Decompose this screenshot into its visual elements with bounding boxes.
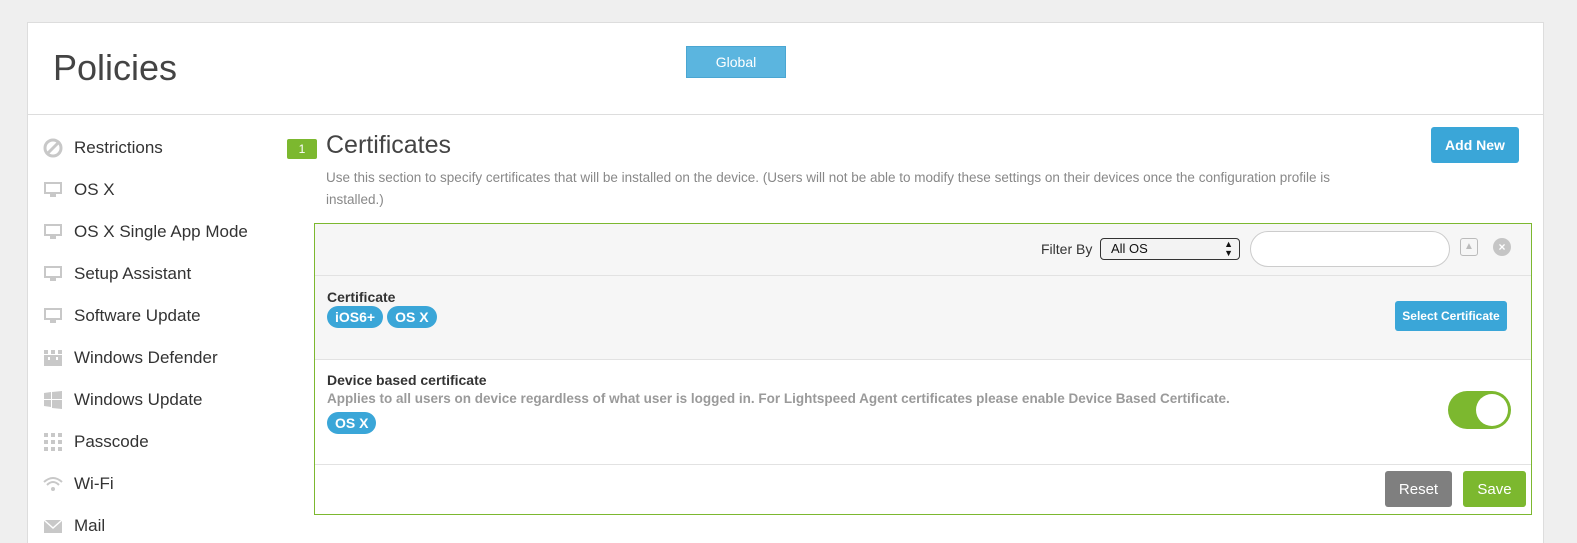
sidebar-item-label: Setup Assistant xyxy=(74,264,192,283)
sidebar-item-windows-defender[interactable]: Windows Defender xyxy=(42,337,282,379)
monitor-icon xyxy=(42,179,64,201)
sidebar-item-label: Mail xyxy=(74,516,106,535)
device-cert-description: Applies to all users on device regardles… xyxy=(327,391,1230,406)
os-filter-select[interactable]: All OS ▲ ▼ xyxy=(1100,238,1240,260)
global-scope-button[interactable]: Global xyxy=(686,46,786,78)
sidebar-item-label: Software Update xyxy=(74,306,201,325)
select-certificate-button[interactable]: Select Certificate xyxy=(1395,301,1507,331)
sidebar-item-label: Windows Update xyxy=(74,390,203,409)
sidebar-item-os-x-single-app-mode[interactable]: OS X Single App Mode xyxy=(42,211,282,253)
wifi-icon xyxy=(42,473,64,495)
sidebar-item-label: OS X xyxy=(74,180,115,199)
monitor-icon xyxy=(42,305,64,327)
monitor-icon xyxy=(42,221,64,243)
sidebar-item-label: Restrictions xyxy=(74,138,163,157)
sidebar-item-label: Wi-Fi xyxy=(74,474,114,493)
sidebar-item-label: Passcode xyxy=(74,432,149,451)
keypad-icon xyxy=(42,431,64,453)
castle-icon xyxy=(42,347,64,369)
reset-button[interactable]: Reset xyxy=(1385,471,1452,507)
add-new-button[interactable]: Add New xyxy=(1431,127,1519,163)
windows-icon xyxy=(42,389,64,411)
filter-label: Filter By xyxy=(1041,241,1093,257)
os-tag-osx: OS X xyxy=(327,412,377,434)
restrictions-icon xyxy=(42,137,64,159)
certificate-label: Certificate xyxy=(327,289,396,305)
step-badge: 1 xyxy=(287,139,317,159)
sidebar-item-label: Windows Defender xyxy=(74,348,218,367)
device-cert-toggle[interactable] xyxy=(1448,391,1511,429)
sidebar-item-wi-fi[interactable]: Wi-Fi xyxy=(42,463,282,505)
certificate-config-box: Filter By All OS ▲ ▼ ▲ × Certificate iOS6… xyxy=(314,223,1532,515)
toggle-knob xyxy=(1476,394,1508,426)
sidebar-item-label: OS X Single App Mode xyxy=(74,222,248,241)
sidebar-item-software-update[interactable]: Software Update xyxy=(42,295,282,337)
sidebar-item-os-x[interactable]: OS X xyxy=(42,169,282,211)
filter-bar: Filter By All OS ▲ ▼ ▲ × xyxy=(315,224,1531,276)
page-header: Policies Global xyxy=(28,23,1543,115)
save-button[interactable]: Save xyxy=(1463,471,1526,507)
os-tag-osx: OS X xyxy=(387,306,437,328)
collapse-up-icon[interactable]: ▲ xyxy=(1460,238,1478,256)
os-filter-value: All OS xyxy=(1111,241,1148,256)
device-cert-label: Device based certificate xyxy=(327,372,487,388)
sidebar-item-setup-assistant[interactable]: Setup Assistant xyxy=(42,253,282,295)
sidebar-item-windows-update[interactable]: Windows Update xyxy=(42,379,282,421)
certificate-row: Certificate iOS6+ OS X Select Certificate xyxy=(315,276,1531,360)
policies-panel: Policies Global Restrictions OS X OS X S… xyxy=(27,22,1544,543)
section-title: Certificates xyxy=(326,131,452,159)
sidebar-item-passcode[interactable]: Passcode xyxy=(42,421,282,463)
section-description: Use this section to specify certificates… xyxy=(326,170,1331,207)
certificate-os-tags: iOS6+ OS X xyxy=(327,306,441,328)
page-title: Policies xyxy=(53,47,178,88)
sidebar-item-mail[interactable]: Mail xyxy=(42,505,282,543)
os-tag-ios6: iOS6+ xyxy=(327,306,384,328)
sidebar: Restrictions OS X OS X Single App Mode S… xyxy=(42,127,282,543)
sidebar-item-restrictions[interactable]: Restrictions xyxy=(42,127,282,169)
mail-icon xyxy=(42,515,64,537)
select-arrows-icon: ▲ ▼ xyxy=(1224,239,1233,258)
monitor-icon xyxy=(42,263,64,285)
device-based-certificate-row: Device based certificate Applies to all … xyxy=(315,361,1531,465)
device-cert-os-tags: OS X xyxy=(327,412,380,434)
clear-filter-icon[interactable]: × xyxy=(1493,238,1511,256)
filter-search-input[interactable] xyxy=(1250,231,1450,267)
